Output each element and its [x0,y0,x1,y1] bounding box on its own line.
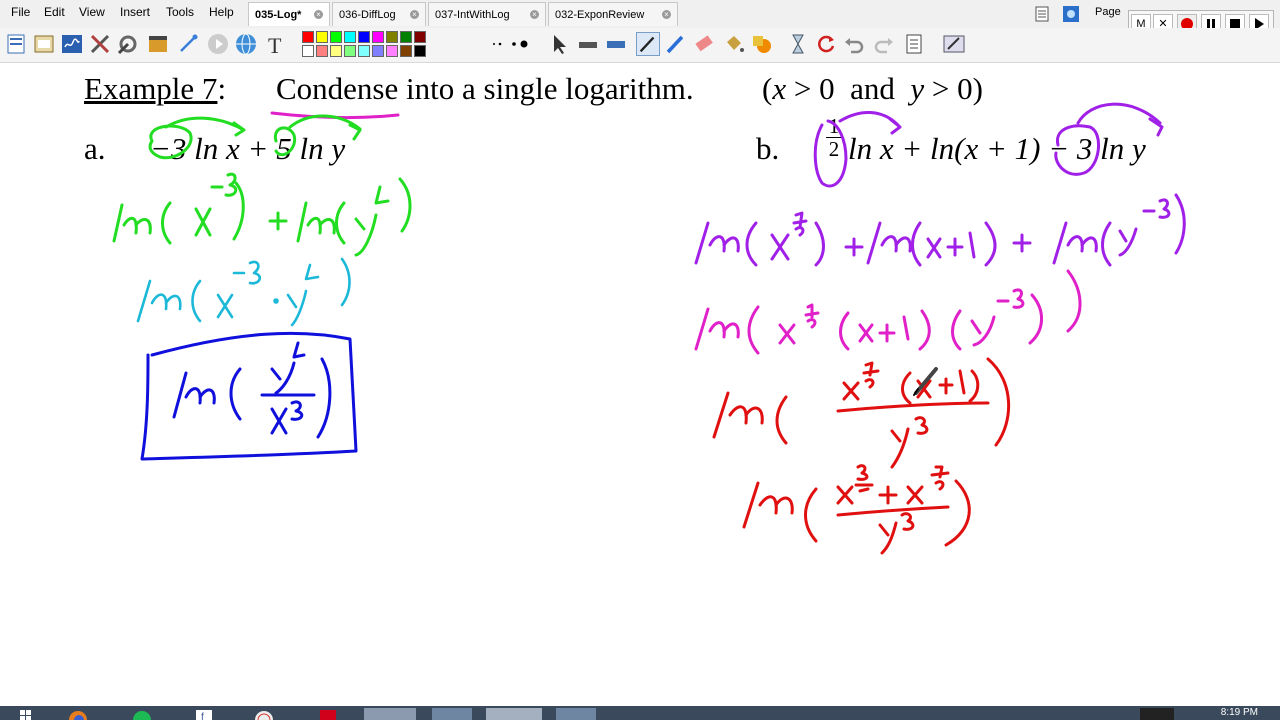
menu-edit[interactable]: Edit [44,5,65,19]
taskbar-app-explorer[interactable] [364,708,416,720]
spotify-icon[interactable] [128,708,156,720]
menu-help[interactable]: Help [209,5,234,19]
part-a-answer-box [140,331,358,461]
pen-tray-icon[interactable] [942,32,966,56]
color-swatch[interactable] [344,31,356,43]
close-icon[interactable]: × [314,10,323,19]
color-swatch[interactable] [358,45,370,57]
color-swatch[interactable] [302,31,314,43]
clipboard-icon[interactable] [32,32,56,56]
menu-insert[interactable]: Insert [120,5,150,19]
svg-text:f: f [201,712,204,720]
tab-label: 035-Log* [255,9,302,21]
color-swatch[interactable] [400,31,412,43]
color-swatch[interactable] [302,45,314,57]
tab-037-intwithlog[interactable]: 037-IntWithLog × [428,2,546,26]
tab-035-log[interactable]: 035-Log* × [248,2,330,26]
color-swatch[interactable] [386,45,398,57]
color-swatch[interactable] [358,31,370,43]
facebook-icon[interactable]: f [190,708,218,720]
tab-label: 037-IntWithLog [435,9,510,21]
windows-start-icon[interactable] [12,708,40,720]
clock-app-icon[interactable] [250,708,278,720]
part-b-step-1 [694,193,1186,267]
taskbar-app-recorder[interactable] [556,708,596,720]
shapes-icon[interactable] [750,32,774,56]
refresh-icon[interactable] [814,32,838,56]
menu-bar: File Edit View Insert Tools Help 035-Log… [0,0,1280,28]
color-swatch[interactable] [344,45,356,57]
whiteboard-canvas[interactable]: Example 7: Condense into a single logari… [0,63,1280,706]
select-pointer-icon[interactable] [548,32,572,56]
close-icon[interactable]: × [662,10,671,19]
close-icon[interactable]: × [410,10,419,19]
pdf-app-icon[interactable] [314,708,342,720]
page-label: Page [1095,6,1121,18]
line-width-icon[interactable] [508,32,532,56]
page-list-icon[interactable] [902,32,926,56]
part-b-step-2 [694,269,1082,355]
menu-tools[interactable]: Tools [166,5,194,19]
taskbar: f 8:19 PM [0,706,1280,720]
new-page-icon[interactable] [4,32,28,56]
redo-icon[interactable] [872,32,896,56]
handwriting-icon[interactable] [60,32,84,56]
highlighter-icon[interactable] [576,32,600,56]
undo-icon[interactable] [842,32,866,56]
color-swatch[interactable] [330,31,342,43]
part-b-step-3 [712,357,1011,469]
part-b-coefficient-arrows [813,102,1164,188]
color-swatch[interactable] [330,45,342,57]
color-swatch[interactable] [372,31,384,43]
part-a-step-2 [136,257,351,327]
close-icon[interactable]: × [530,10,539,19]
media-icon[interactable] [146,32,170,56]
part-a-coefficient-arrows [148,114,362,160]
taskbar-app-notes[interactable] [432,708,472,720]
timer-icon[interactable] [786,32,810,56]
gallery-icon[interactable] [1062,5,1080,23]
keyboard-icon[interactable] [1140,708,1174,720]
tools-icon[interactable] [88,32,112,56]
part-b-final-answer [742,464,971,555]
color-swatch[interactable] [316,31,328,43]
color-swatch[interactable] [400,45,412,57]
toolbar: T [0,28,1280,63]
tab-036-difflog[interactable]: 036-DiffLog × [332,2,426,26]
color-swatch[interactable] [414,31,426,43]
brush-icon[interactable] [664,32,688,56]
text-tool-icon[interactable]: T [264,32,288,56]
color-swatch[interactable] [316,45,328,57]
part-a-step-1 [112,172,412,257]
page-view-icon[interactable] [1034,6,1050,22]
marker-icon[interactable] [604,32,628,56]
fill-bucket-icon[interactable] [722,32,746,56]
color-swatch[interactable] [386,31,398,43]
eraser-icon[interactable] [692,32,716,56]
system-clock: 8:19 PM [1220,707,1258,718]
menu-file[interactable]: File [11,5,30,19]
tab-032-exponreview[interactable]: 032-ExponReview × [548,2,678,26]
tab-label: 032-ExponReview [555,9,645,21]
settings-tools-icon[interactable] [116,32,140,56]
link-icon[interactable] [176,32,200,56]
tab-label: 036-DiffLog [339,9,396,21]
globe-icon[interactable] [234,32,258,56]
menu-view[interactable]: View [79,5,105,19]
taskbar-app-whiteboard[interactable] [486,708,542,720]
ink-annotations [112,102,1186,555]
color-palette [302,31,488,59]
color-swatch[interactable] [414,45,426,57]
color-swatch[interactable] [372,45,384,57]
firefox-icon[interactable] [64,708,92,720]
pen-icon[interactable] [636,32,660,56]
svg-text:T: T [268,33,282,56]
play-media-icon[interactable] [206,32,230,56]
